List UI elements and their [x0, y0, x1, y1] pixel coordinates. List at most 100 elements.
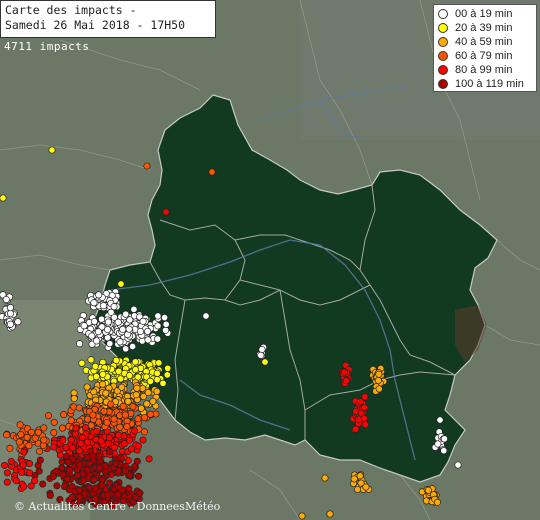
impact-dot [40, 436, 48, 444]
impact-dot [2, 295, 10, 304]
impact-dot [143, 400, 151, 408]
impact-dot [154, 322, 162, 330]
impact-dot [40, 424, 48, 432]
impact-dot [440, 447, 448, 455]
title-line-2: Samedi 26 Mai 2018 - 17H50 [5, 18, 186, 32]
impact-dot [424, 486, 432, 494]
impact-dot [76, 340, 84, 348]
impact-dot [102, 389, 110, 397]
legend-item: 00 à 19 min [438, 7, 536, 21]
impact-dot [122, 310, 130, 318]
impact-dot [340, 368, 348, 376]
impact-dot [99, 380, 107, 388]
impact-dot [125, 325, 133, 333]
impact-dot [360, 403, 369, 412]
impact-dot [114, 318, 122, 326]
impact-dot [84, 415, 92, 423]
impact-dot [63, 475, 71, 483]
impact-dot [131, 463, 139, 471]
impact-dot [321, 474, 329, 482]
impact-dot [440, 435, 448, 443]
impact-dot [134, 415, 142, 423]
impact-dot [153, 369, 161, 377]
impact-dot [50, 443, 58, 451]
impact-dot [434, 440, 442, 448]
impact-dot [119, 486, 127, 494]
impact-dot [146, 410, 154, 418]
impact-dot [3, 431, 11, 439]
impact-dot [25, 460, 34, 468]
impact-dot [6, 444, 14, 452]
impact-dot [26, 469, 34, 477]
impact-dot [374, 376, 382, 385]
impact-dot [106, 479, 114, 487]
legend-swatch [438, 23, 448, 33]
impact-dot [154, 312, 162, 320]
impact-dot [117, 280, 125, 288]
impact-dot [112, 356, 120, 364]
impact-dot [100, 407, 108, 416]
legend-label: 60 à 79 min [455, 50, 513, 62]
impact-dot [85, 483, 93, 492]
impact-dot [6, 320, 15, 328]
impact-dot [355, 415, 363, 423]
impact-dot [361, 421, 369, 429]
impact-dot [134, 472, 143, 480]
impact-dot [357, 479, 365, 487]
impact-dot [104, 318, 112, 326]
impact-dot [127, 445, 135, 453]
impact-dot [76, 461, 84, 469]
impact-dot [115, 367, 123, 375]
impact-dot [258, 345, 266, 354]
impact-dot [28, 428, 36, 436]
impact-dot [116, 338, 124, 346]
impact-dot [134, 442, 142, 450]
impact-dot [141, 413, 149, 422]
impact-dot [138, 337, 146, 345]
impact-dot [117, 453, 125, 461]
legend-label: 80 à 99 min [455, 64, 513, 76]
impact-dot [133, 384, 141, 392]
impact-dot [110, 415, 118, 423]
legend-swatch [438, 9, 448, 19]
impact-dot [58, 424, 67, 432]
impact-dot [91, 484, 99, 492]
impact-dot [46, 491, 54, 500]
impact-dot [97, 437, 105, 445]
impact-dot [36, 456, 44, 464]
impact-dot [433, 498, 441, 506]
legend-label: 20 à 39 min [455, 22, 513, 34]
impact-dot [131, 427, 139, 435]
impact-dot [90, 476, 98, 484]
impact-dot [89, 411, 97, 419]
impact-dot [77, 439, 85, 447]
impact-dot [72, 424, 80, 432]
impact-dot [94, 328, 102, 336]
impact-dot [342, 377, 350, 385]
impact-dot [161, 314, 169, 322]
impact-dot [44, 412, 53, 420]
impact-dot [1, 461, 9, 469]
impact-count: 4711 impacts [4, 40, 90, 53]
impact-dot [124, 397, 132, 405]
impact-dot [136, 489, 144, 497]
impact-dot [154, 335, 162, 343]
impact-dot [122, 345, 130, 353]
impact-dot [23, 433, 31, 441]
impact-dot [436, 416, 444, 424]
impact-dot [91, 362, 99, 370]
legend: 00 à 19 min 20 à 39 min 40 à 59 min 60 à… [433, 4, 537, 92]
impact-dot [83, 438, 91, 446]
impact-dot [356, 472, 364, 480]
legend-swatch [438, 37, 448, 47]
legend-item: 60 à 79 min [438, 49, 536, 63]
impact-dot [162, 208, 170, 216]
impact-dot [34, 428, 42, 436]
impact-dot [326, 510, 334, 518]
impact-dot [49, 473, 57, 481]
impact-dot [146, 377, 154, 385]
impact-dot [80, 322, 88, 330]
impact-dot [126, 316, 134, 324]
impact-dot [67, 416, 75, 424]
credit-text: © Actualités Centre - DonneesMétéo [14, 500, 221, 513]
